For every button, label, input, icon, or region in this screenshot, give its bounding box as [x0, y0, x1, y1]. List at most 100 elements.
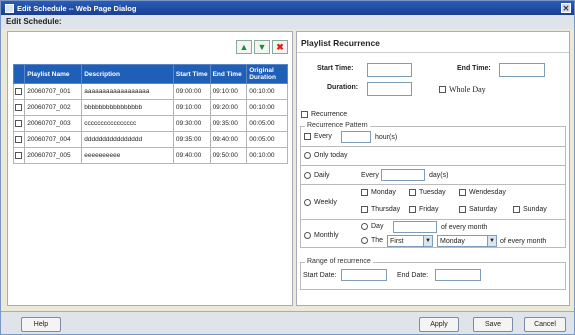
weekday-value: Monday	[440, 238, 465, 245]
cell-description: dddddddddddddddd	[81, 131, 174, 148]
day-checkbox[interactable]	[513, 206, 520, 213]
end-date-input[interactable]	[435, 269, 481, 281]
column-header[interactable]: Playlist Name	[24, 64, 83, 84]
only-today-radio[interactable]	[304, 152, 311, 159]
cell-description: aaaaaaaaaaaaaaaaaa	[81, 83, 174, 100]
help-button[interactable]: Help	[21, 317, 61, 332]
weekday-select[interactable]: Monday ▼	[437, 235, 497, 247]
end-time-input[interactable]	[499, 63, 545, 77]
weekly-radio[interactable]	[304, 199, 311, 206]
day-checkbox[interactable]	[409, 206, 416, 213]
row-checkbox[interactable]	[15, 87, 22, 95]
day-option-sunday[interactable]: Sunday	[513, 206, 547, 213]
table-row[interactable]: 20060707_005 eeeeeeeeee 09:40:00 09:50:0…	[12, 147, 288, 164]
day-label: Day	[371, 223, 384, 230]
day-checkbox[interactable]	[361, 206, 368, 213]
cell-start-time: 09:00:00	[172, 83, 211, 100]
delete-icon[interactable]: ✖	[272, 40, 288, 54]
app-icon	[5, 3, 14, 13]
row-checkbox[interactable]	[15, 119, 22, 127]
close-icon[interactable]: ✕	[561, 3, 571, 13]
the-radio[interactable]	[361, 237, 368, 244]
recurrence-option[interactable]: Recurrence	[301, 111, 347, 118]
row-checkbox[interactable]	[15, 151, 22, 159]
whole-day-option[interactable]: Whole Day	[439, 85, 486, 94]
cell-start-time: 09:30:00	[172, 115, 211, 132]
weekly-option[interactable]: Weekly	[304, 199, 337, 206]
day-option-wednesday[interactable]: Wendesday	[459, 189, 506, 196]
table-row[interactable]: 20060707_002 bbbbbbbbbbbbbbbb 09:10:00 0…	[12, 99, 288, 116]
recurrence-label: Recurrence	[311, 111, 348, 118]
cell-playlist-name: 20060707_001	[24, 83, 83, 100]
cell-end-time: 09:50:00	[209, 147, 248, 164]
save-button[interactable]: Save	[473, 317, 513, 332]
column-header[interactable]: Description	[81, 64, 174, 84]
cell-start-time: 09:10:00	[172, 99, 211, 116]
column-header[interactable]: End Time	[209, 64, 248, 84]
ordinal-select[interactable]: First ▼	[387, 235, 433, 247]
of-every-month-label: of every month	[441, 224, 488, 231]
column-header[interactable]: Original Duration	[246, 64, 288, 84]
divider	[301, 165, 565, 166]
day-label: Thursday	[371, 206, 401, 213]
cell-start-time: 09:40:00	[172, 147, 211, 164]
days-input[interactable]	[381, 169, 425, 181]
column-header[interactable]: Start Time	[172, 64, 211, 84]
day-option-tuesday[interactable]: Tuesday	[409, 189, 446, 196]
row-checkbox[interactable]	[15, 103, 22, 111]
recurrence-panel: Playlist Recurrence Start Time: End Time…	[296, 31, 570, 306]
day-checkbox[interactable]	[459, 189, 466, 196]
day-option-thursday[interactable]: Thursday	[361, 206, 400, 213]
hours-input[interactable]	[341, 131, 371, 143]
start-time-input[interactable]	[367, 63, 412, 77]
duration-label: Duration:	[327, 84, 359, 91]
arrow-up-icon[interactable]: ▲	[236, 40, 252, 54]
monthly-radio[interactable]	[304, 232, 311, 239]
duration-input[interactable]	[367, 82, 412, 96]
month-day-input[interactable]	[393, 221, 437, 233]
monthly-day-option[interactable]: Day	[361, 223, 383, 230]
arrow-down-icon[interactable]: ▼	[254, 40, 270, 54]
apply-button[interactable]: Apply	[419, 317, 459, 332]
cell-end-time: 09:10:00	[209, 83, 248, 100]
toolbar: ▲ ▼ ✖	[236, 40, 288, 54]
playlist-table: Playlist Name Description Start Time End…	[12, 64, 288, 164]
cell-duration: 00:10:00	[246, 99, 288, 116]
daily-radio[interactable]	[304, 172, 311, 179]
chevron-down-icon[interactable]: ▼	[423, 236, 432, 246]
table-row[interactable]: 20060707_001 aaaaaaaaaaaaaaaaaa 09:00:00…	[12, 83, 288, 100]
the-label: The	[371, 237, 384, 244]
start-date-input[interactable]	[341, 269, 387, 281]
daily-option[interactable]: Daily	[304, 172, 330, 179]
day-checkbox[interactable]	[361, 189, 368, 196]
day-checkbox[interactable]	[459, 206, 466, 213]
cell-end-time: 09:35:00	[209, 115, 248, 132]
day-radio[interactable]	[361, 223, 368, 230]
day-option-friday[interactable]: Friday	[409, 206, 438, 213]
table-row[interactable]: 20060707_004 dddddddddddddddd 09:35:00 0…	[12, 131, 288, 148]
recurrence-title: Playlist Recurrence	[297, 32, 569, 53]
day-option-monday[interactable]: Monday	[361, 189, 396, 196]
hourly-option[interactable]: Every	[304, 133, 332, 140]
day-checkbox[interactable]	[409, 189, 416, 196]
recurrence-checkbox[interactable]	[301, 111, 308, 118]
daily-label: Daily	[314, 172, 330, 179]
table-row[interactable]: 20060707_003 cccccccccccccccc 09:30:00 0…	[12, 115, 288, 132]
only-today-option[interactable]: Only today	[304, 152, 347, 159]
day-option-saturday[interactable]: Saturday	[459, 206, 497, 213]
every-checkbox[interactable]	[304, 133, 311, 140]
chevron-down-icon[interactable]: ▼	[487, 236, 496, 246]
monthly-the-option[interactable]: The	[361, 237, 383, 244]
header-select	[12, 64, 26, 84]
recurrence-pattern-group: Recurrence Pattern Every hour(s) Only to…	[300, 122, 566, 248]
row-checkbox[interactable]	[15, 135, 22, 143]
day-label: Sunday	[523, 206, 547, 213]
cancel-button[interactable]: Cancel	[524, 317, 566, 332]
title-bar: Edit Schedule -- Web Page Dialog ✕	[1, 1, 574, 15]
whole-day-checkbox[interactable]	[439, 86, 446, 93]
monthly-option[interactable]: Monthly	[304, 232, 339, 239]
daily-every-label: Every	[361, 172, 379, 179]
range-legend: Range of recurrence	[305, 258, 373, 265]
end-date-label: End Date:	[397, 272, 429, 279]
cell-playlist-name: 20060707_004	[24, 131, 83, 148]
